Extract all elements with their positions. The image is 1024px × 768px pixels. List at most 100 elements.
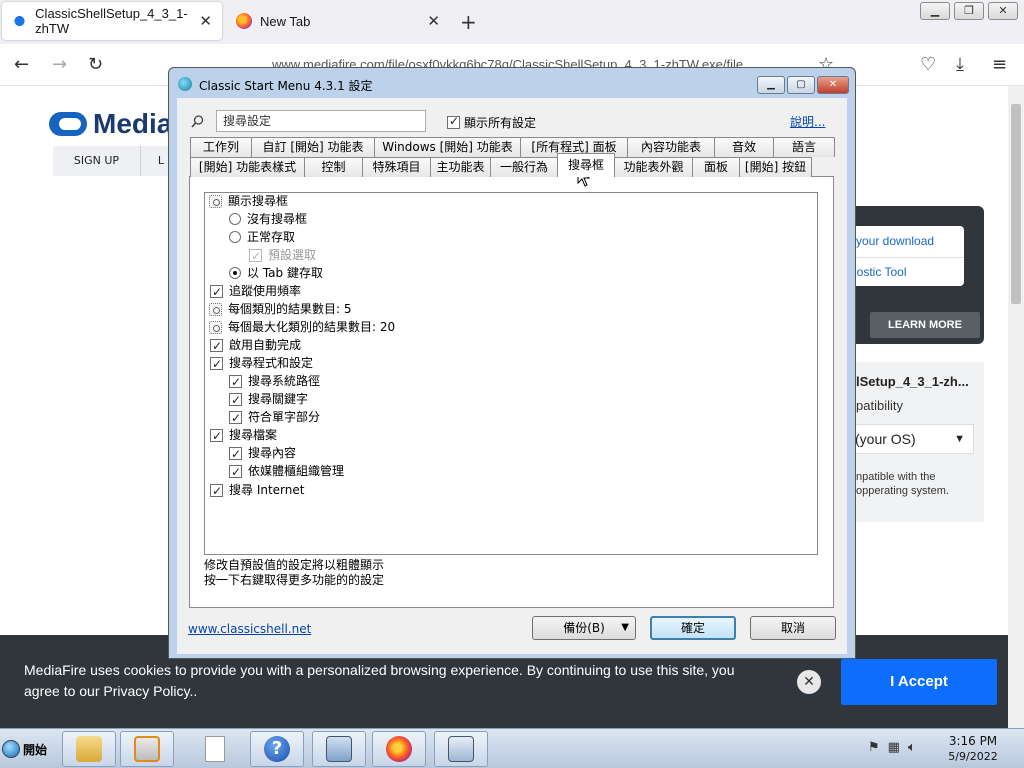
tab-skin[interactable]: 面板 (692, 157, 740, 177)
radio-tab-access[interactable]: 以 Tab 鍵存取 (229, 264, 323, 282)
page-scrollbar[interactable] (1008, 86, 1024, 728)
search-icon (191, 115, 204, 128)
minimize-button[interactable]: ▁ (920, 2, 950, 20)
close-icon[interactable]: ✕ (427, 12, 440, 30)
downloads-icon[interactable]: ⤓ (956, 54, 964, 75)
dialog-titlebar[interactable]: Classic Start Menu 4.3.1 設定 ▁ ▢ ✕ (169, 68, 855, 98)
action-center-icon[interactable]: ⚑ (868, 740, 880, 755)
volume-icon[interactable]: 🔈︎ (908, 740, 916, 755)
signup-button[interactable]: SIGN UP (53, 146, 141, 176)
tab-start-menu-style[interactable]: [開始] 功能表樣式 (190, 157, 305, 177)
taskbar-help[interactable]: ? (250, 731, 304, 767)
help-link[interactable]: 說明... (790, 113, 825, 130)
setting-results-max-category[interactable]: 每個最大化類別的結果數目: 20 (209, 318, 395, 336)
tab-main-menu[interactable]: 主功能表 (430, 157, 491, 177)
tab-new-tab[interactable]: New Tab ✕ (226, 2, 450, 40)
setting-results-per-category[interactable]: 每個類別的結果數目: 5 (209, 300, 352, 318)
learn-more-button[interactable]: LEARN MORE (870, 312, 980, 338)
tab-taskbar[interactable]: 工作列 (190, 137, 252, 157)
radio-normal-access[interactable]: 正常存取 (229, 228, 295, 246)
back-icon[interactable]: ← (14, 54, 29, 75)
checkbox[interactable] (447, 114, 460, 129)
taskbar-explorer[interactable] (62, 731, 116, 767)
checkbox-by-media-library[interactable]: 依媒體櫃組織管理 (229, 462, 344, 481)
checkbox[interactable] (229, 373, 242, 391)
taskbar-media-player[interactable] (120, 731, 174, 767)
setting-show-search[interactable]: 顯示搜尋框 (209, 192, 288, 210)
checkbox-match-partial[interactable]: 符合單字部分 (229, 408, 320, 427)
tab-start-button[interactable]: [開始] 按鈕 (739, 157, 812, 177)
checkbox[interactable] (229, 463, 242, 481)
backup-button[interactable]: 備份(B) ▼ (532, 616, 636, 640)
checkbox-default-select[interactable]: 預設選取 (249, 246, 316, 265)
checkbox-search-contents[interactable]: 搜尋內容 (229, 444, 296, 463)
taskbar-document[interactable] (188, 731, 242, 767)
tab-custom-start-menu[interactable]: 自訂 [開始] 功能表 (251, 137, 375, 157)
compatibility-note: npatible with the opperating system. (856, 471, 949, 497)
checkbox-search-programs[interactable]: 搜尋程式和設定 (210, 354, 313, 373)
checkbox[interactable] (210, 283, 223, 301)
tab-windows-start-menu[interactable]: Windows [開始] 功能表 (374, 137, 521, 157)
checkbox[interactable] (229, 445, 242, 463)
radio[interactable] (229, 213, 241, 225)
checkbox-search-files[interactable]: 搜尋檔案 (210, 426, 277, 445)
dialog-close-button[interactable]: ✕ (817, 76, 849, 94)
maximize-button[interactable]: ❐ (954, 2, 984, 20)
tab-sounds[interactable]: 音效 (714, 137, 774, 157)
dialog-maximize-button[interactable]: ▢ (787, 76, 815, 94)
clock[interactable]: 3:16 PM 5/9/2022 (940, 733, 1006, 765)
taskbar-window[interactable] (312, 731, 366, 767)
new-tab-icon[interactable]: + (460, 10, 477, 34)
tab-mediafire[interactable]: ClassicShellSetup_4_3_1-zhTW ✕ (2, 2, 222, 40)
pocket-icon[interactable]: ♡ (920, 54, 936, 75)
dialog-minimize-button[interactable]: ▁ (757, 76, 785, 94)
menu-icon[interactable]: ≡ (992, 54, 1007, 75)
checkbox[interactable] (210, 427, 223, 445)
cookie-text: MediaFire uses cookies to provide you wi… (24, 662, 735, 699)
network-icon[interactable]: ▦ (888, 740, 900, 755)
tab-menu-look[interactable]: 功能表外觀 (614, 157, 693, 177)
checkbox[interactable] (210, 482, 223, 500)
checkbox-track-usage[interactable]: 追蹤使用頻率 (210, 282, 301, 301)
tab-context-menu[interactable]: 內容功能表 (627, 137, 715, 157)
chevron-down-icon: ▼ (954, 433, 965, 445)
tab-special-items[interactable]: 特殊項目 (362, 157, 431, 177)
checkbox[interactable] (210, 337, 223, 355)
cookie-close-icon[interactable]: ✕ (797, 670, 821, 694)
scrollbar-thumb[interactable] (1011, 104, 1021, 304)
checkbox-search-internet[interactable]: 搜尋 Internet (210, 481, 304, 500)
accept-cookies-button[interactable]: I Accept (841, 659, 997, 705)
mediafire-logo[interactable]: Media (45, 108, 172, 140)
start-button[interactable]: 開始 (2, 737, 56, 761)
checkbox[interactable] (210, 355, 223, 373)
classicshell-website-link[interactable]: www.classicshell.net (188, 622, 311, 636)
cancel-button[interactable]: 取消 (750, 616, 836, 640)
search-settings-input[interactable]: 搜尋設定 (216, 110, 426, 132)
checkbox[interactable] (229, 391, 242, 409)
tab-search-box[interactable]: 搜尋框 (557, 153, 615, 177)
your-download-link[interactable]: your download (856, 234, 934, 248)
checkbox[interactable] (249, 247, 262, 265)
close-button[interactable]: ✕ (988, 2, 1018, 20)
tab-controls[interactable]: 控制 (304, 157, 363, 177)
radio[interactable] (229, 267, 241, 279)
tab-language[interactable]: 語言 (773, 137, 835, 157)
checkbox[interactable] (229, 409, 242, 427)
taskbar-classic-shell-settings[interactable] (434, 731, 488, 767)
mediafire-logo-icon (45, 110, 89, 138)
ok-button[interactable]: 確定 (650, 616, 736, 640)
show-all-settings-checkbox[interactable]: 顯示所有設定 (447, 114, 536, 131)
radio-no-search[interactable]: 沒有搜尋框 (229, 210, 307, 228)
taskbar-firefox[interactable] (372, 731, 426, 767)
radio[interactable] (229, 231, 241, 243)
os-select[interactable]: (your OS) ▼ (848, 424, 974, 454)
forward-icon[interactable]: → (52, 54, 67, 75)
settings-icon (448, 736, 474, 762)
checkbox-search-keywords[interactable]: 搜尋關鍵字 (229, 390, 308, 409)
checkbox-search-path[interactable]: 搜尋系統路徑 (229, 372, 320, 391)
tab-general-behavior[interactable]: 一般行為 (490, 157, 558, 177)
diagnostic-tool-link[interactable]: nostic Tool (850, 265, 906, 279)
checkbox-autocomplete[interactable]: 啟用自動完成 (210, 336, 301, 355)
close-icon[interactable]: ✕ (199, 12, 212, 30)
reload-icon[interactable]: ↻ (88, 54, 103, 75)
